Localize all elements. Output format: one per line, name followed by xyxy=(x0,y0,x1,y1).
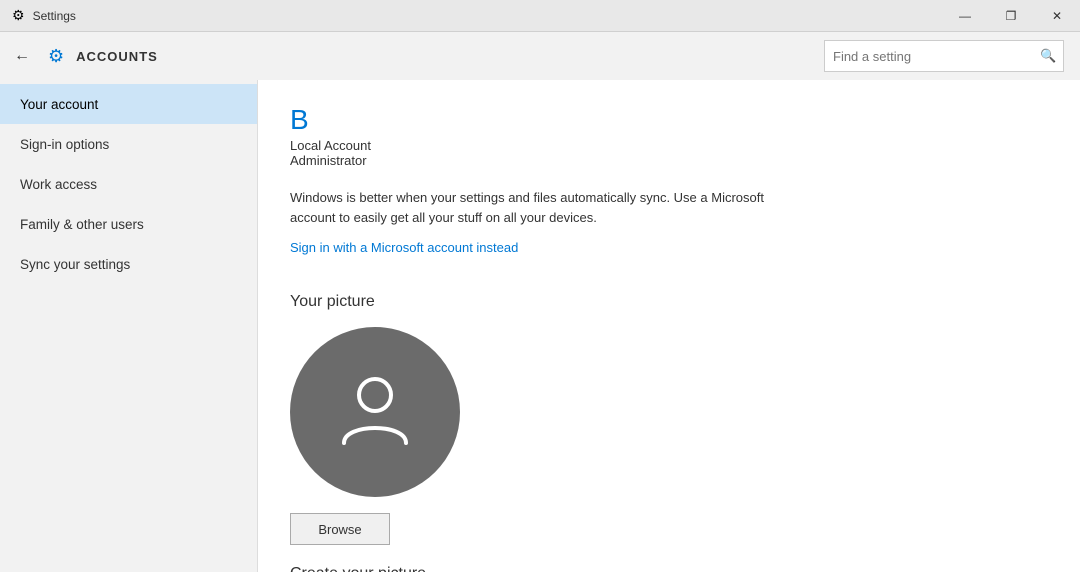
header-bar: ← ⚙ ACCOUNTS 🔍 xyxy=(0,32,1080,80)
sidebar-item-work-access[interactable]: Work access xyxy=(0,164,257,204)
main-layout: Your account Sign-in options Work access… xyxy=(0,80,1080,572)
sidebar-item-family-other-users[interactable]: Family & other users xyxy=(0,204,257,244)
gear-icon: ⚙ xyxy=(48,46,64,67)
titlebar: ⚙ Settings — ❐ ✕ xyxy=(0,0,1080,32)
minimize-button[interactable]: — xyxy=(942,0,988,32)
search-box: 🔍 xyxy=(824,40,1064,72)
account-type: Local Account xyxy=(290,138,1048,153)
sidebar-item-sign-in-options[interactable]: Sign-in options xyxy=(0,124,257,164)
sidebar-item-label: Family & other users xyxy=(20,217,144,232)
content-area: B Local Account Administrator Windows is… xyxy=(258,80,1080,572)
ms-account-link[interactable]: Sign in with a Microsoft account instead xyxy=(290,240,518,255)
your-picture-heading: Your picture xyxy=(290,293,1048,311)
titlebar-left: ⚙ Settings xyxy=(12,7,76,24)
avatar-circle xyxy=(290,327,460,497)
header-left: ← ⚙ ACCOUNTS xyxy=(50,42,158,70)
browse-button[interactable]: Browse xyxy=(290,513,390,545)
sidebar-item-your-account[interactable]: Your account xyxy=(0,84,257,124)
search-button[interactable]: 🔍 xyxy=(1033,41,1063,71)
search-input[interactable] xyxy=(825,41,1033,71)
sidebar-item-label: Sign-in options xyxy=(20,137,109,152)
create-picture-heading: Create your picture xyxy=(290,565,1048,572)
maximize-button[interactable]: ❐ xyxy=(988,0,1034,32)
account-role: Administrator xyxy=(290,153,1048,168)
back-button[interactable]: ← xyxy=(8,42,36,70)
sidebar-item-label: Work access xyxy=(20,177,97,192)
close-button[interactable]: ✕ xyxy=(1034,0,1080,32)
settings-window-icon: ⚙ xyxy=(12,7,25,24)
titlebar-title: Settings xyxy=(33,9,76,23)
account-initial: B xyxy=(290,104,1048,136)
person-icon xyxy=(330,365,420,460)
sidebar-item-sync-settings[interactable]: Sync your settings xyxy=(0,244,257,284)
sidebar-item-label: Your account xyxy=(20,97,98,112)
sidebar-item-label: Sync your settings xyxy=(20,257,130,272)
titlebar-controls: — ❐ ✕ xyxy=(942,0,1080,32)
info-paragraph: Windows is better when your settings and… xyxy=(290,188,810,227)
sidebar: Your account Sign-in options Work access… xyxy=(0,80,258,572)
accounts-heading: ACCOUNTS xyxy=(76,49,158,64)
